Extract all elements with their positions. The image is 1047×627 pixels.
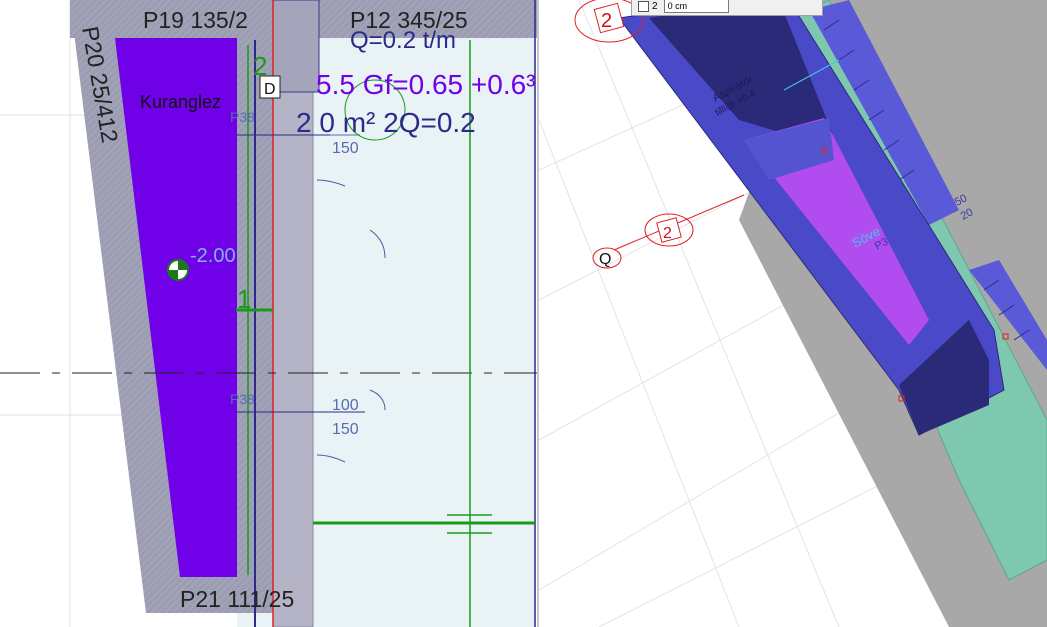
label-overlap-1: 5.5 Gf=0.65 +0.6³ [316, 69, 536, 100]
marker-1: 1 [237, 284, 251, 314]
property-value-field[interactable]: 0 cm [663, 0, 729, 13]
label-elevation: -2.00 [190, 245, 236, 267]
label-dim-150-top: 150 [332, 140, 359, 157]
label-dim-100: 100 [332, 397, 359, 414]
model-drawing[interactable]: 2 2 Q Aspiratör tilli@ +0.4 Söve P3 50 2… [539, 0, 1047, 627]
label-p21: P21 111/25 [180, 586, 294, 612]
plan-drawing[interactable]: P19 135/2 P12 345/25 Q=0.2 t/m P20 25/41… [0, 0, 537, 627]
label-dim-150-bottom: 150 [332, 421, 359, 438]
label-overlap-2: 2 0 m² 2Q=0.2 [296, 107, 476, 138]
label-p38-bottom: P38 [230, 391, 255, 407]
axis-marker-mid-label: 2 [663, 225, 672, 242]
label-p38-top: P38 [230, 109, 255, 125]
property-dialog[interactable]: 2 0 cm [631, 0, 823, 16]
room-name: Kuranglez [140, 92, 221, 112]
property-checkbox-label: 2 [652, 0, 658, 12]
label-load-top: Q=0.2 t/m [350, 27, 456, 54]
axis-marker-top-label: 2 [601, 10, 612, 32]
property-checkbox[interactable] [638, 0, 649, 12]
label-box-d: D [264, 81, 276, 98]
plan-view-pane[interactable]: P19 135/2 P12 345/25 Q=0.2 t/m P20 25/41… [0, 0, 537, 627]
axis-q-label: Q [599, 251, 611, 268]
label-p19: P19 135/2 [143, 7, 248, 33]
model-3d-pane[interactable]: 2 2 Q Aspiratör tilli@ +0.4 Söve P3 50 2… [539, 0, 1047, 627]
